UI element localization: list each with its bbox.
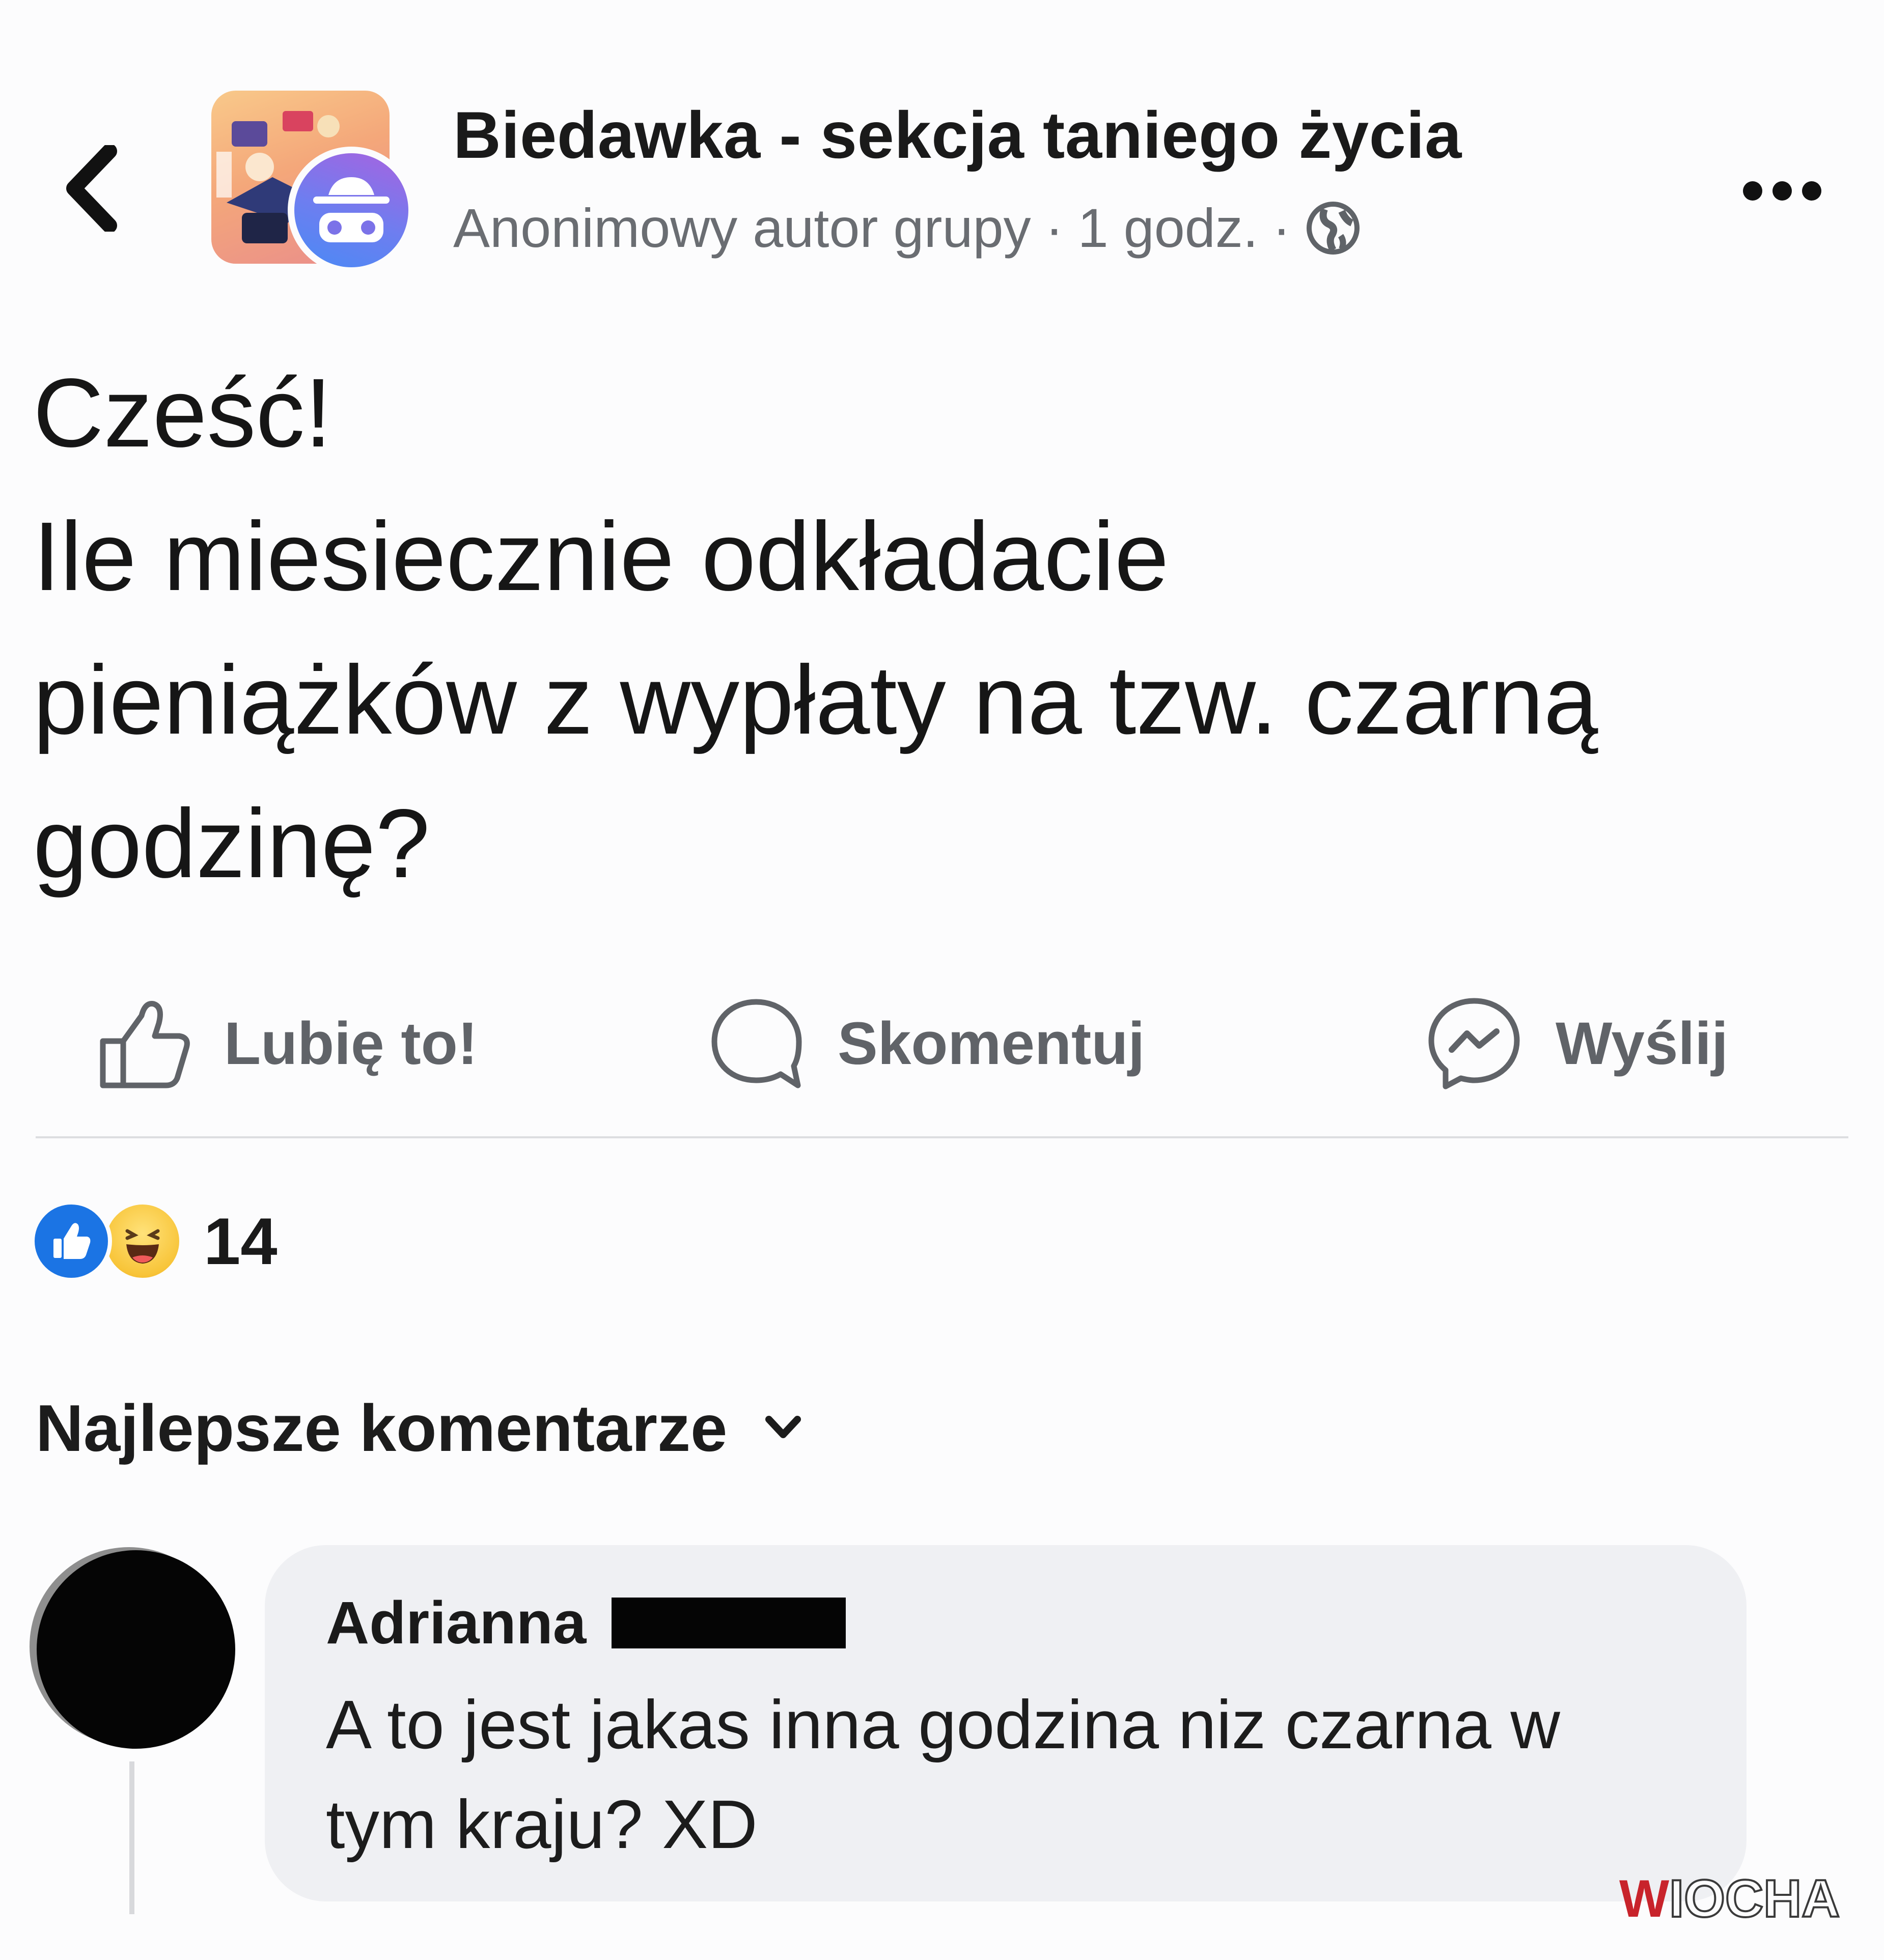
incognito-icon <box>313 177 390 242</box>
like-label: Lubię to! <box>224 1010 478 1077</box>
comment-button[interactable]: Skomentuj <box>705 988 1145 1100</box>
watermark-letter: W <box>1619 1869 1670 1928</box>
more-dots-icon <box>1743 181 1762 201</box>
post-author[interactable]: Anonimowy autor grupy <box>453 196 1031 260</box>
haha-reaction-icon <box>102 1200 183 1282</box>
comment-author-row: Adrianna <box>326 1588 846 1658</box>
meta-separator: · <box>1272 197 1291 259</box>
like-button[interactable]: Lubię to! <box>92 988 478 1100</box>
anonymous-badge <box>288 147 415 274</box>
reaction-count: 14 <box>204 1204 278 1278</box>
post-line: Cześć! <box>33 358 332 467</box>
back-button[interactable] <box>56 137 127 239</box>
chevron-down-icon <box>765 1416 801 1438</box>
comment-line: A to jest jakas inna godzina niz czarna … <box>326 1686 1560 1763</box>
meta-separator: · <box>1045 197 1064 259</box>
comment-label: Skomentuj <box>838 1010 1145 1077</box>
post-line: pieniążków z wypłaty na tzw. czarną <box>33 645 1598 754</box>
more-dots-icon <box>1772 181 1792 201</box>
reactions-summary[interactable]: 14 <box>31 1200 278 1282</box>
divider <box>36 1136 1848 1138</box>
globe-icon[interactable] <box>1305 200 1361 256</box>
comment-line: tym kraju? XD <box>326 1786 758 1863</box>
group-name-link[interactable]: Biedawka - sekcja taniego życia <box>453 97 1462 173</box>
chevron-left-icon <box>66 145 117 232</box>
send-button[interactable]: Wyślij <box>1423 988 1728 1100</box>
redacted-surname <box>612 1598 846 1648</box>
thumbs-up-icon <box>100 1001 190 1088</box>
comment-bubble-icon <box>711 999 802 1088</box>
watermark-logo: W IOCHA <box>1619 1868 1841 1929</box>
commenter-avatar[interactable] <box>37 1550 235 1749</box>
post-time[interactable]: 1 godz. <box>1078 196 1258 260</box>
post-meta: Anonimowy autor grupy · 1 godz. · <box>453 196 1361 260</box>
comment-sort-label: Najlepsze komentarze <box>36 1391 728 1465</box>
comment-sort-dropdown[interactable]: Najlepsze komentarze <box>36 1390 804 1466</box>
like-reaction-icon <box>31 1200 112 1282</box>
comment-text: A to jest jakas inna godzina niz czarna … <box>326 1675 1701 1874</box>
more-dots-icon <box>1802 181 1821 201</box>
thread-line <box>129 1761 134 1914</box>
more-options-button[interactable] <box>1731 168 1833 214</box>
group-avatar[interactable] <box>211 91 415 274</box>
send-label: Wyślij <box>1556 1010 1728 1077</box>
messenger-icon <box>1428 998 1520 1089</box>
comment-author-name[interactable]: Adrianna <box>326 1588 586 1658</box>
post-body: Cześć! Ile miesiecznie odkładacie pienią… <box>33 341 1846 915</box>
post-line: godzinę? <box>33 789 430 898</box>
post-line: Ile miesiecznie odkładacie <box>33 501 1169 611</box>
watermark-text: IOCHA <box>1668 1868 1841 1929</box>
